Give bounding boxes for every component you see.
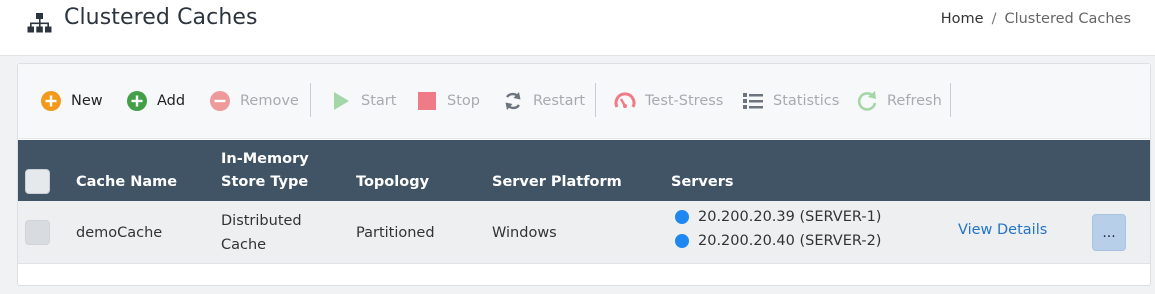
toolbar-divider <box>950 83 951 117</box>
table-row[interactable]: demoCache Distributed Cache Partitioned … <box>18 201 1150 264</box>
plus-circle-icon <box>127 91 147 111</box>
stop-icon <box>418 92 436 110</box>
breadcrumb-home-link[interactable]: Home <box>941 11 984 27</box>
store-type-cell-line2: Cache <box>221 237 267 253</box>
select-all-checkbox[interactable] <box>25 169 50 194</box>
new-button-label: New <box>71 93 103 109</box>
add-button[interactable]: Add <box>126 89 185 113</box>
column-header-servers[interactable]: Servers <box>671 171 734 193</box>
plus-circle-icon <box>41 91 61 111</box>
column-header-topology[interactable]: Topology <box>356 171 429 193</box>
remove-button[interactable]: Remove <box>209 89 299 113</box>
page-title: Clustered Caches <box>64 5 258 30</box>
server-address: 20.200.20.39 (SERVER-1) <box>698 209 882 225</box>
table-header: Cache Name In-Memory Store Type Topology… <box>18 140 1150 201</box>
toolbar-divider <box>595 83 596 117</box>
stop-button[interactable]: Stop <box>416 89 480 113</box>
store-type-cell-line1: Distributed <box>221 213 302 229</box>
restart-button-label: Restart <box>533 93 586 109</box>
column-header-store-type-line2: Store Type <box>221 174 309 190</box>
statistics-button[interactable]: Statistics <box>742 89 839 113</box>
refresh-button[interactable]: Refresh <box>856 89 942 113</box>
topology-cell: Partitioned <box>356 225 435 241</box>
minus-circle-icon <box>210 91 230 111</box>
breadcrumb-separator: / <box>991 11 997 27</box>
row-checkbox[interactable] <box>25 220 50 245</box>
new-button[interactable]: New <box>40 89 103 113</box>
breadcrumb-current: Clustered Caches <box>1004 11 1131 27</box>
sync-icon <box>505 92 521 110</box>
caches-panel: New Add Remove Start Stop Restart Test-S… <box>17 63 1151 286</box>
column-header-server-platform[interactable]: Server Platform <box>492 171 622 193</box>
view-details-link[interactable]: View Details <box>958 222 1047 238</box>
column-header-store-type-line1: In-Memory <box>221 151 309 167</box>
status-dot-icon <box>675 210 689 224</box>
server-address: 20.200.20.40 (SERVER-2) <box>698 233 882 249</box>
refresh-icon <box>857 91 877 111</box>
cache-name-cell: demoCache <box>76 225 163 241</box>
toolbar: New Add Remove Start Stop Restart Test-S… <box>18 64 1150 139</box>
platform-cell: Windows <box>492 225 557 241</box>
test-stress-button[interactable]: Test-Stress <box>614 89 723 113</box>
start-button[interactable]: Start <box>330 89 396 113</box>
more-actions-button[interactable]: ... <box>1092 214 1126 251</box>
restart-button[interactable]: Restart <box>502 89 585 113</box>
statistics-button-label: Statistics <box>773 93 840 109</box>
server-entry: 20.200.20.40 (SERVER-2) <box>675 233 881 249</box>
add-button-label: Add <box>157 93 186 109</box>
refresh-button-label: Refresh <box>887 93 942 109</box>
stop-button-label: Stop <box>447 93 480 109</box>
remove-button-label: Remove <box>240 93 299 109</box>
test-stress-button-label: Test-Stress <box>645 93 724 109</box>
sitemap-icon <box>27 13 52 33</box>
column-header-cache-name[interactable]: Cache Name <box>76 171 177 193</box>
start-button-label: Start <box>361 93 397 109</box>
play-icon <box>334 92 349 110</box>
gauge-icon <box>614 92 636 108</box>
server-entry: 20.200.20.39 (SERVER-1) <box>675 209 881 225</box>
toolbar-divider <box>310 83 311 117</box>
breadcrumb: Home / Clustered Caches <box>941 11 1131 27</box>
status-dot-icon <box>675 234 689 248</box>
page-header: Clustered Caches Home / Clustered Caches <box>0 0 1155 56</box>
list-icon <box>743 93 763 109</box>
